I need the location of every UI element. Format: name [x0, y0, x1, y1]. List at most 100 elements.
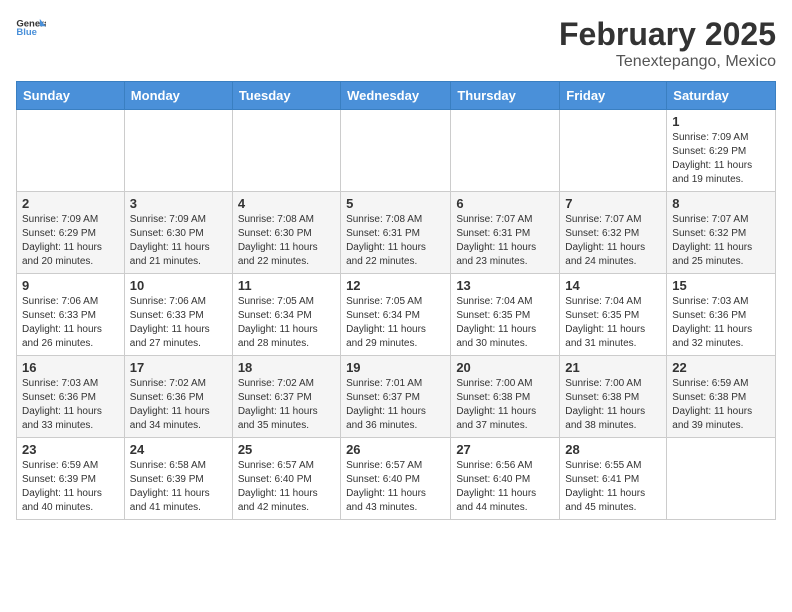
calendar-cell: 24 Sunrise: 6:58 AM Sunset: 6:39 PM Dayli… [124, 438, 232, 520]
location-title: Tenextepango, Mexico [559, 53, 776, 71]
week-row-4: 23Sunrise: 6:59 AM Sunset: 6:39 PM Dayli… [17, 438, 776, 520]
calendar-cell: 10 Sunrise: 7:06 AM Sunset: 6:33 PM Dayli… [124, 274, 232, 356]
day-info: Sunrise: 6:56 AM Sunset: 6:40 PM Dayligh… [456, 459, 554, 515]
day-number: 10 [130, 278, 227, 293]
day-info: Sunrise: 7:07 AM Sunset: 6:31 PM Dayligh… [456, 213, 554, 269]
day-info: Sunrise: 7:09 AM Sunset: 6:29 PM Dayligh… [22, 213, 119, 269]
day-info: Sunrise: 7:03 AM Sunset: 6:36 PM Dayligh… [672, 295, 770, 351]
day-number: 14 [565, 278, 661, 293]
day-number: 27 [456, 442, 554, 457]
calendar-cell: 20 Sunrise: 7:00 AM Sunset: 6:38 PM Dayli… [451, 356, 560, 438]
day-info: Sunrise: 7:07 AM Sunset: 6:32 PM Dayligh… [672, 213, 770, 269]
day-number: 13 [456, 278, 554, 293]
weekday-header-wednesday: Wednesday [341, 82, 451, 110]
day-info: Sunrise: 6:59 AM Sunset: 6:38 PM Dayligh… [672, 377, 770, 433]
day-number: 18 [238, 360, 335, 375]
calendar-cell: 3 Sunrise: 7:09 AM Sunset: 6:30 PM Daylig… [124, 192, 232, 274]
calendar-cell: 15 Sunrise: 7:03 AM Sunset: 6:36 PM Dayli… [667, 274, 776, 356]
calendar-cell [17, 110, 125, 192]
day-number: 1 [672, 114, 770, 129]
day-info: Sunrise: 7:08 AM Sunset: 6:31 PM Dayligh… [346, 213, 445, 269]
day-info: Sunrise: 7:05 AM Sunset: 6:34 PM Dayligh… [346, 295, 445, 351]
day-number: 9 [22, 278, 119, 293]
weekday-header-row: SundayMondayTuesdayWednesdayThursdayFrid… [17, 82, 776, 110]
calendar-cell [451, 110, 560, 192]
day-number: 21 [565, 360, 661, 375]
day-number: 12 [346, 278, 445, 293]
day-number: 19 [346, 360, 445, 375]
weekday-header-thursday: Thursday [451, 82, 560, 110]
day-info: Sunrise: 7:06 AM Sunset: 6:33 PM Dayligh… [130, 295, 227, 351]
calendar-cell: 11 Sunrise: 7:05 AM Sunset: 6:34 PM Dayli… [232, 274, 340, 356]
calendar-cell [232, 110, 340, 192]
calendar-cell: 27 Sunrise: 6:56 AM Sunset: 6:40 PM Dayli… [451, 438, 560, 520]
calendar-cell: 9 Sunrise: 7:06 AM Sunset: 6:33 PM Daylig… [17, 274, 125, 356]
day-number: 26 [346, 442, 445, 457]
day-info: Sunrise: 7:09 AM Sunset: 6:29 PM Dayligh… [672, 131, 770, 187]
calendar-cell: 26 Sunrise: 6:57 AM Sunset: 6:40 PM Dayli… [341, 438, 451, 520]
calendar-cell: 4 Sunrise: 7:08 AM Sunset: 6:30 PM Daylig… [232, 192, 340, 274]
day-info: Sunrise: 7:08 AM Sunset: 6:30 PM Dayligh… [238, 213, 335, 269]
day-number: 25 [238, 442, 335, 457]
day-info: Sunrise: 7:03 AM Sunset: 6:36 PM Dayligh… [22, 377, 119, 433]
day-number: 7 [565, 196, 661, 211]
logo: General Blue [16, 16, 46, 38]
calendar-cell: 23Sunrise: 6:59 AM Sunset: 6:39 PM Dayli… [17, 438, 125, 520]
calendar-cell: 18 Sunrise: 7:02 AM Sunset: 6:37 PM Dayli… [232, 356, 340, 438]
calendar-cell: 17 Sunrise: 7:02 AM Sunset: 6:36 PM Dayli… [124, 356, 232, 438]
day-info: Sunrise: 7:04 AM Sunset: 6:35 PM Dayligh… [456, 295, 554, 351]
day-number: 20 [456, 360, 554, 375]
day-info: Sunrise: 6:58 AM Sunset: 6:39 PM Dayligh… [130, 459, 227, 515]
calendar-cell: 8 Sunrise: 7:07 AM Sunset: 6:32 PM Daylig… [667, 192, 776, 274]
day-number: 5 [346, 196, 445, 211]
day-number: 17 [130, 360, 227, 375]
weekday-header-friday: Friday [560, 82, 667, 110]
day-number: 4 [238, 196, 335, 211]
calendar-cell: 16 Sunrise: 7:03 AM Sunset: 6:36 PM Dayli… [17, 356, 125, 438]
day-info: Sunrise: 6:55 AM Sunset: 6:41 PM Dayligh… [565, 459, 661, 515]
day-info: Sunrise: 6:57 AM Sunset: 6:40 PM Dayligh… [238, 459, 335, 515]
calendar-cell: 13 Sunrise: 7:04 AM Sunset: 6:35 PM Dayli… [451, 274, 560, 356]
day-number: 16 [22, 360, 119, 375]
day-info: Sunrise: 7:00 AM Sunset: 6:38 PM Dayligh… [565, 377, 661, 433]
calendar-cell: 28 Sunrise: 6:55 AM Sunset: 6:41 PM Dayli… [560, 438, 667, 520]
day-number: 2 [22, 196, 119, 211]
weekday-header-sunday: Sunday [17, 82, 125, 110]
calendar-cell [124, 110, 232, 192]
day-number: 15 [672, 278, 770, 293]
day-info: Sunrise: 7:02 AM Sunset: 6:36 PM Dayligh… [130, 377, 227, 433]
day-number: 11 [238, 278, 335, 293]
calendar-cell: 1 Sunrise: 7:09 AM Sunset: 6:29 PM Daylig… [667, 110, 776, 192]
calendar-cell: 6 Sunrise: 7:07 AM Sunset: 6:31 PM Daylig… [451, 192, 560, 274]
calendar-cell: 19Sunrise: 7:01 AM Sunset: 6:37 PM Dayli… [341, 356, 451, 438]
day-number: 28 [565, 442, 661, 457]
day-info: Sunrise: 7:05 AM Sunset: 6:34 PM Dayligh… [238, 295, 335, 351]
day-info: Sunrise: 7:06 AM Sunset: 6:33 PM Dayligh… [22, 295, 119, 351]
day-number: 6 [456, 196, 554, 211]
day-number: 8 [672, 196, 770, 211]
calendar-cell: 7Sunrise: 7:07 AM Sunset: 6:32 PM Daylig… [560, 192, 667, 274]
week-row-1: 2 Sunrise: 7:09 AM Sunset: 6:29 PM Daylig… [17, 192, 776, 274]
calendar: SundayMondayTuesdayWednesdayThursdayFrid… [16, 81, 776, 520]
weekday-header-saturday: Saturday [667, 82, 776, 110]
day-number: 3 [130, 196, 227, 211]
day-info: Sunrise: 6:57 AM Sunset: 6:40 PM Dayligh… [346, 459, 445, 515]
header: General Blue February 2025 Tenextepango,… [16, 16, 776, 71]
calendar-cell: 14Sunrise: 7:04 AM Sunset: 6:35 PM Dayli… [560, 274, 667, 356]
calendar-cell [560, 110, 667, 192]
calendar-cell: 5 Sunrise: 7:08 AM Sunset: 6:31 PM Daylig… [341, 192, 451, 274]
day-number: 24 [130, 442, 227, 457]
calendar-cell: 21 Sunrise: 7:00 AM Sunset: 6:38 PM Dayli… [560, 356, 667, 438]
weekday-header-monday: Monday [124, 82, 232, 110]
day-info: Sunrise: 6:59 AM Sunset: 6:39 PM Dayligh… [22, 459, 119, 515]
week-row-0: 1 Sunrise: 7:09 AM Sunset: 6:29 PM Daylig… [17, 110, 776, 192]
calendar-cell: 22 Sunrise: 6:59 AM Sunset: 6:38 PM Dayli… [667, 356, 776, 438]
calendar-cell: 2 Sunrise: 7:09 AM Sunset: 6:29 PM Daylig… [17, 192, 125, 274]
logo-icon: General Blue [16, 16, 46, 38]
day-info: Sunrise: 7:00 AM Sunset: 6:38 PM Dayligh… [456, 377, 554, 433]
svg-text:Blue: Blue [16, 27, 37, 38]
title-area: February 2025 Tenextepango, Mexico [559, 16, 776, 71]
day-info: Sunrise: 7:02 AM Sunset: 6:37 PM Dayligh… [238, 377, 335, 433]
day-info: Sunrise: 7:09 AM Sunset: 6:30 PM Dayligh… [130, 213, 227, 269]
day-number: 22 [672, 360, 770, 375]
